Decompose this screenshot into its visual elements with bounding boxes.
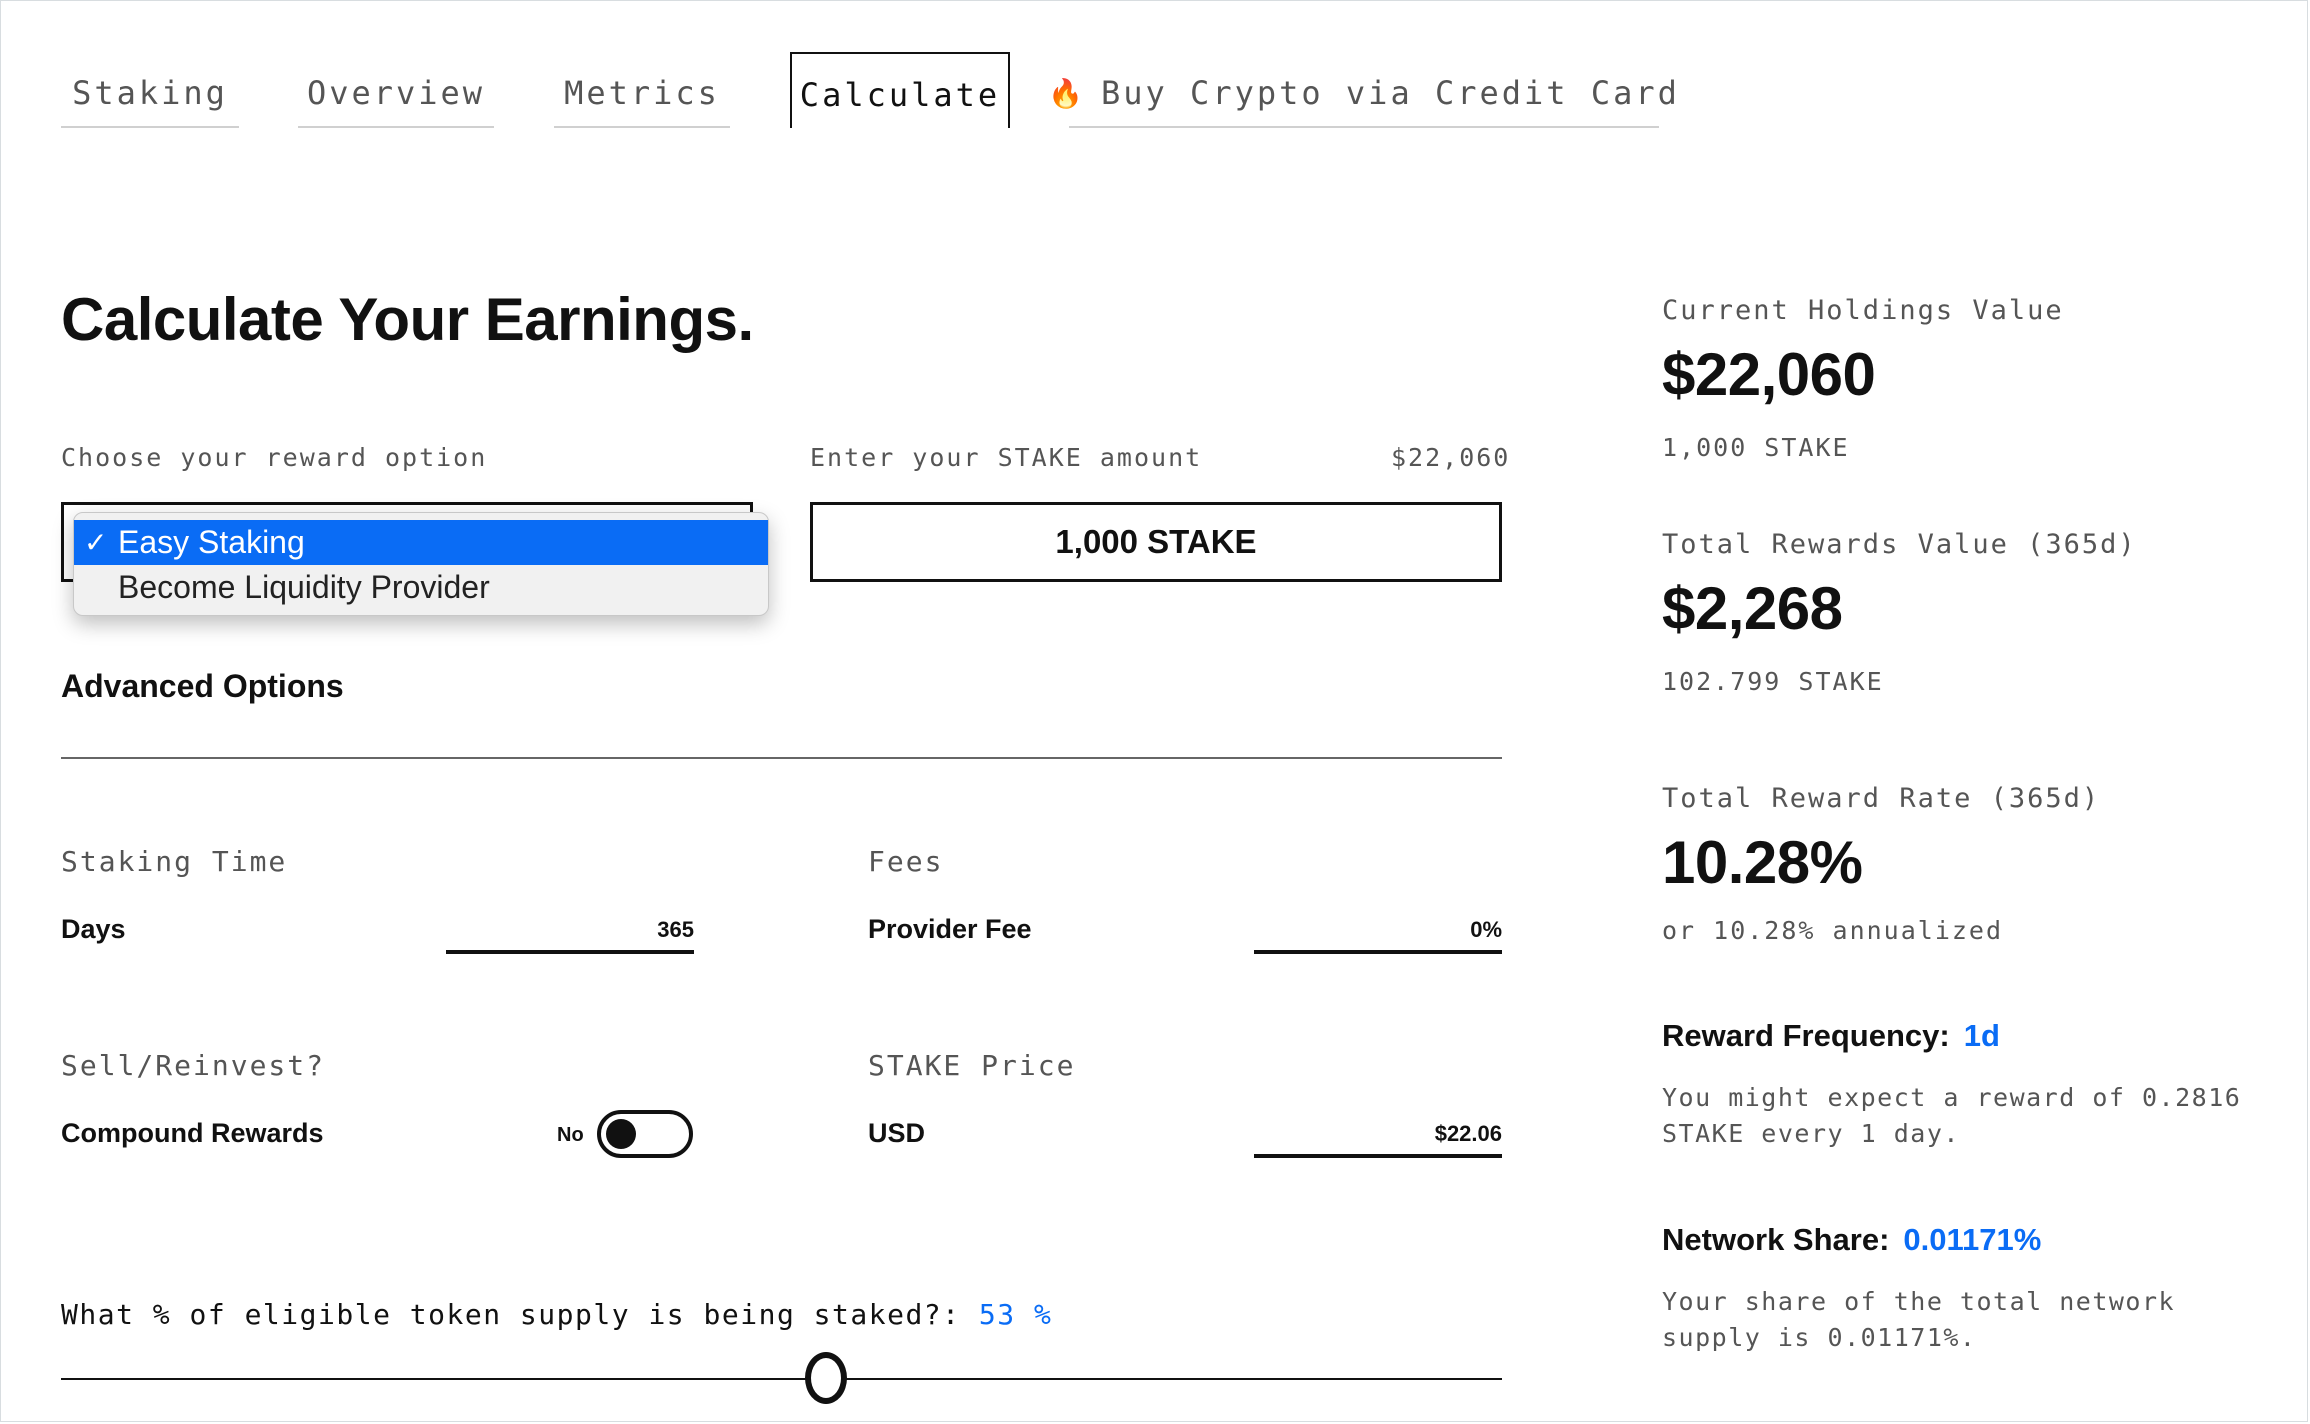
reward-frequency-value: 1d	[1963, 1018, 2000, 1053]
stake-price-heading: STAKE Price	[868, 1049, 1076, 1082]
window-frame	[0, 0, 2308, 1422]
tab-metrics[interactable]: Metrics	[554, 60, 730, 128]
provider-fee-input[interactable]: 0%	[1254, 910, 1502, 954]
compound-rewards-toggle[interactable]	[597, 1110, 693, 1158]
option-label: Easy Staking	[118, 524, 305, 560]
check-icon: ✓	[84, 527, 108, 558]
supply-value: 53 %	[978, 1298, 1053, 1331]
stake-amount-input[interactable]: 1,000 STAKE	[810, 502, 1502, 582]
reward-option-dropdown[interactable]: ✓ Easy Staking Become Liquidity Provider	[73, 512, 769, 616]
rewards-label: Total Rewards Value (365d)	[1662, 529, 2137, 560]
network-share-desc: Your share of the total network supply i…	[1662, 1287, 2176, 1352]
option-label: Become Liquidity Provider	[118, 569, 490, 605]
stake-price-input[interactable]: $22.06	[1254, 1114, 1502, 1158]
reward-frequency-label: Reward Frequency:	[1662, 1018, 1950, 1053]
supply-question-text: What % of eligible token supply is being…	[61, 1298, 961, 1331]
stake-amount-value: 1,000 STAKE	[1055, 523, 1257, 560]
network-share: Network Share: 0.01171%	[1662, 1222, 2041, 1258]
tab-label: Buy Crypto via Credit Card	[1100, 74, 1680, 112]
holdings-label: Current Holdings Value	[1662, 295, 2064, 326]
staking-time-heading: Staking Time	[61, 845, 288, 878]
stake-amount-usd: $22,060	[1391, 443, 1511, 472]
holdings-sub: 1,000 STAKE	[1662, 433, 1850, 462]
tab-overview[interactable]: Overview	[298, 60, 494, 128]
advanced-options-toggle[interactable]: Advanced Options	[61, 668, 344, 705]
page-title: Calculate Your Earnings.	[61, 286, 754, 353]
tab-label: Calculate	[799, 76, 1001, 114]
sell-reinvest-heading: Sell/Reinvest?	[61, 1049, 326, 1082]
tab-label: Staking	[72, 74, 228, 112]
compound-rewards-label: Compound Rewards	[61, 1118, 324, 1148]
tab-staking[interactable]: Staking	[61, 60, 239, 128]
network-share-label: Network Share:	[1662, 1222, 1890, 1257]
stake-amount-label: Enter your STAKE amount	[810, 443, 1203, 472]
option-easy-staking[interactable]: ✓ Easy Staking	[74, 520, 768, 565]
usd-label: USD	[868, 1118, 926, 1148]
fees-heading: Fees	[868, 845, 944, 878]
network-share-value: 0.01171%	[1903, 1222, 2042, 1257]
fire-icon: 🔥	[1048, 76, 1083, 110]
tab-label: Metrics	[564, 74, 720, 112]
tab-label: Overview	[306, 74, 486, 112]
rate-sub: or 10.28% annualized	[1662, 916, 2004, 945]
supply-question: What % of eligible token supply is being…	[61, 1298, 1052, 1331]
supply-slider-handle[interactable]	[805, 1352, 847, 1404]
tab-buy-crypto[interactable]: 🔥 Buy Crypto via Credit Card	[1048, 60, 1677, 128]
toggle-knob	[606, 1119, 636, 1149]
days-input[interactable]: 365	[446, 910, 694, 954]
divider	[61, 757, 1502, 759]
rewards-value: $2,268	[1662, 575, 1843, 642]
option-liquidity-provider[interactable]: Become Liquidity Provider	[74, 565, 768, 610]
rewards-sub: 102.799 STAKE	[1662, 667, 1884, 696]
holdings-value: $22,060	[1662, 341, 1876, 408]
reward-frequency: Reward Frequency: 1d	[1662, 1018, 2000, 1054]
toggle-state-label: No	[557, 1124, 584, 1146]
rate-label: Total Reward Rate (365d)	[1662, 783, 2101, 814]
tab-calculate[interactable]: Calculate	[790, 52, 1010, 128]
days-label: Days	[61, 914, 126, 944]
rate-value: 10.28%	[1662, 829, 1863, 896]
provider-fee-label: Provider Fee	[868, 914, 1032, 944]
supply-slider-track[interactable]	[61, 1378, 1502, 1380]
reward-frequency-desc: You might expect a reward of 0.2816 STAK…	[1662, 1083, 2242, 1148]
reward-option-label: Choose your reward option	[61, 443, 488, 472]
